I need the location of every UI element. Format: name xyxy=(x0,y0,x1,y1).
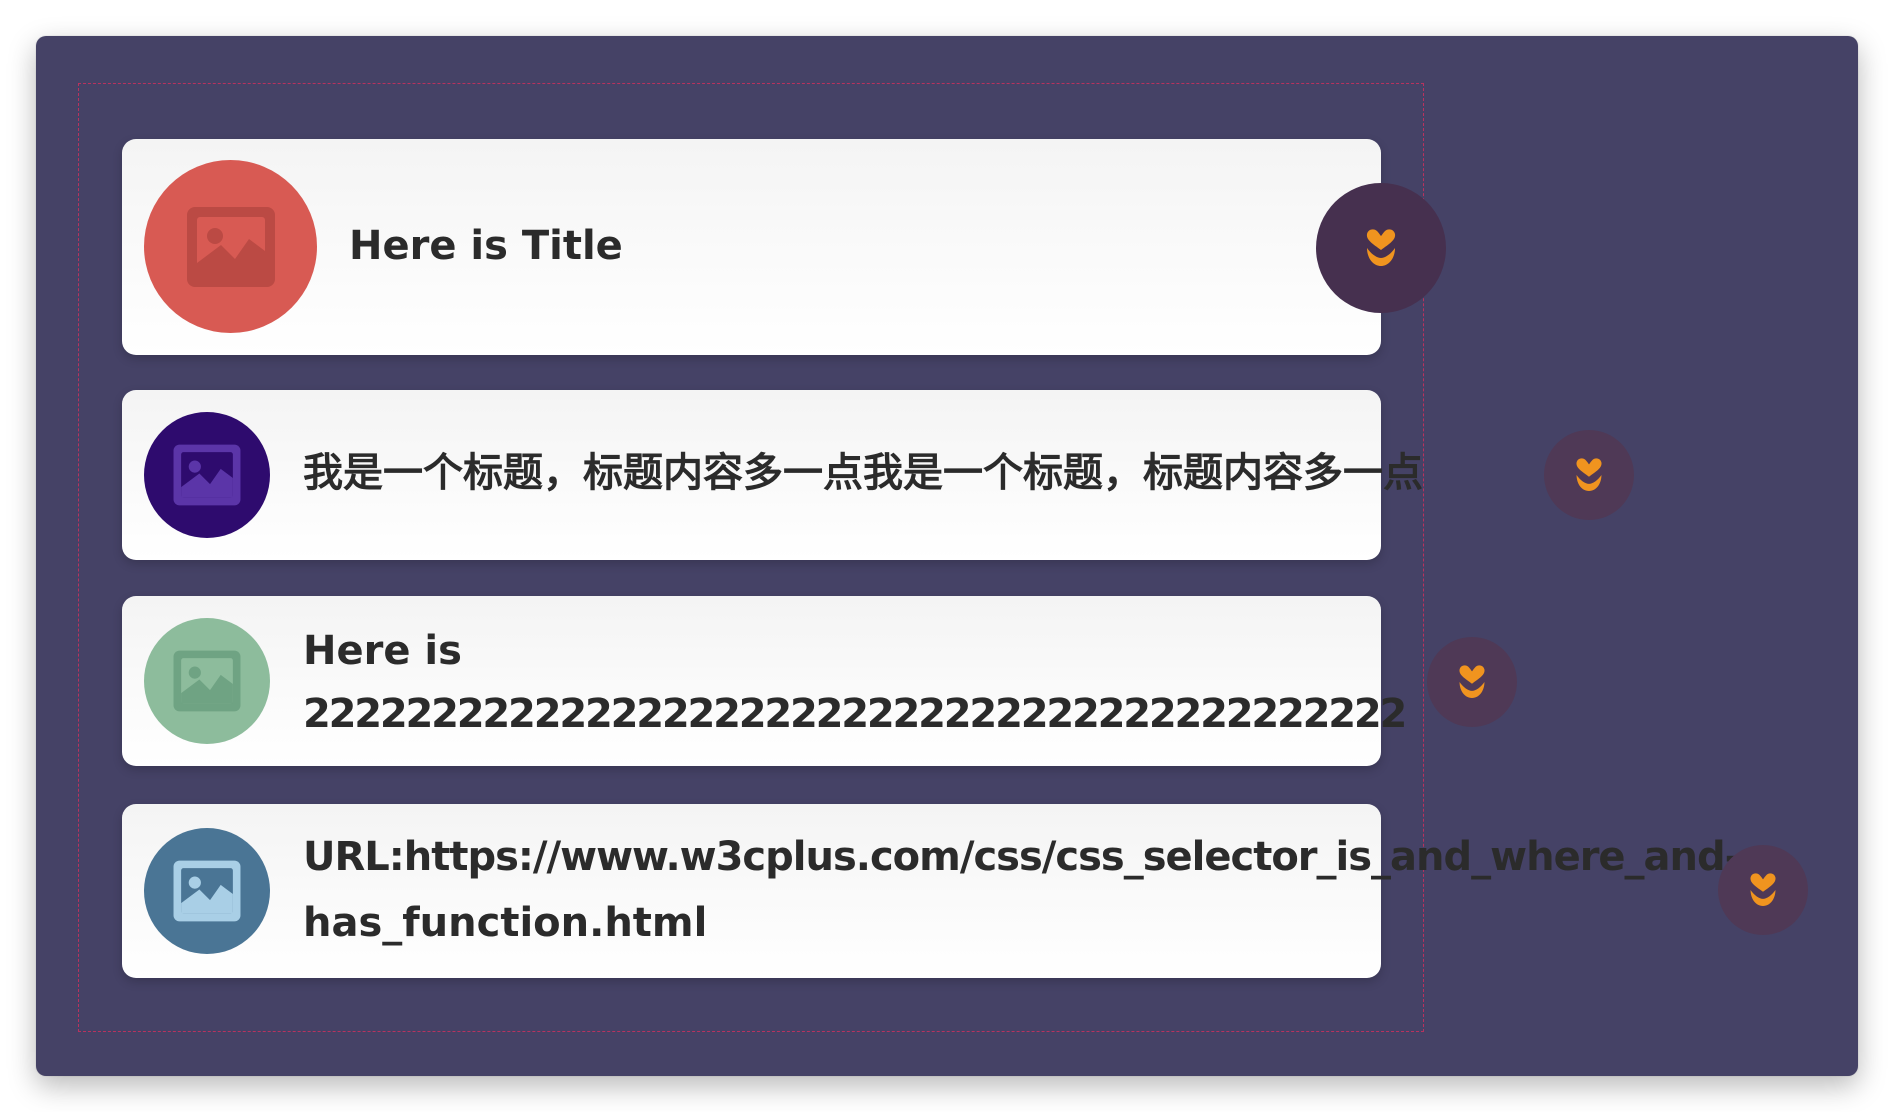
heart-flower-icon xyxy=(1750,873,1776,906)
like-button[interactable] xyxy=(1718,845,1808,935)
card-title-line-1: URL:https://www.w3cplus.com/css/css_sele… xyxy=(303,834,1741,880)
card-title-line-1: Here is xyxy=(303,628,462,674)
card-title: URL:https://www.w3cplus.com/css/css_sele… xyxy=(303,824,1741,956)
demo-frame: Here is Title 我是一个标题，标题内容多一点我是一个标题，标题内容多… xyxy=(36,36,1858,1076)
list-item-card: URL:https://www.w3cplus.com/css/css_sele… xyxy=(122,804,1741,978)
heart-flower-icon xyxy=(1459,665,1485,698)
avatar xyxy=(144,618,270,744)
card-title: Here is Title xyxy=(349,223,623,269)
avatar xyxy=(144,412,270,538)
list-item-card: Here is Title xyxy=(122,139,1446,355)
like-button[interactable] xyxy=(1427,637,1517,727)
image-icon xyxy=(173,650,241,712)
like-button[interactable] xyxy=(1316,183,1446,313)
image-icon xyxy=(173,860,241,922)
card-title: 我是一个标题，标题内容多一点我是一个标题，标题内容多一点 xyxy=(303,450,1423,496)
heart-flower-icon xyxy=(1366,229,1396,266)
list-item-card: Here is 22222222222222222222222222222222… xyxy=(122,596,1407,766)
like-button[interactable] xyxy=(1544,430,1634,520)
card-title: Here is 22222222222222222222222222222222… xyxy=(303,620,1407,746)
image-icon xyxy=(186,206,275,287)
card-title-line-2: has_function.html xyxy=(303,900,708,946)
avatar xyxy=(144,828,270,954)
heart-flower-icon xyxy=(1576,458,1602,491)
card-title-line-2: 2222222222222222222222222222222222222222… xyxy=(303,691,1407,737)
list-item-card: 我是一个标题，标题内容多一点我是一个标题，标题内容多一点 xyxy=(122,390,1423,560)
avatar xyxy=(144,160,317,333)
image-icon xyxy=(173,444,241,506)
